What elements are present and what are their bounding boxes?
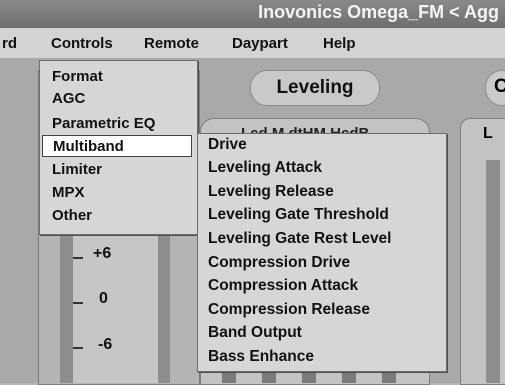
controls-menu: Format AGC Parametric EQ Multiband Limit… [39, 60, 198, 235]
submenu-option-compression-drive[interactable]: Compression Drive [208, 252, 350, 274]
scale-tick [73, 347, 83, 349]
menu-item-daypart[interactable]: Daypart [232, 35, 288, 52]
menu-item-controls[interactable]: Controls [51, 35, 113, 52]
submenu-option-leveling-gate-rest-level[interactable]: Leveling Gate Rest Level [208, 228, 392, 250]
submenu-option-compression-attack[interactable]: Compression Attack [208, 275, 358, 297]
submenu-option-compression-release[interactable]: Compression Release [208, 299, 370, 321]
menu-item-remote[interactable]: Remote [144, 35, 199, 52]
submenu-option-drive[interactable]: Drive [208, 134, 247, 156]
right-panel-label: L [483, 125, 493, 142]
scale-area [73, 215, 158, 383]
menu-option-agc[interactable]: AGC [42, 88, 192, 110]
menu-option-mpx[interactable]: MPX [42, 182, 192, 204]
scale-label-minus6: -6 [98, 336, 113, 353]
title-bar: Inovonics Omega_FM < Agg [0, 0, 505, 28]
multiband-submenu: Drive Leveling Attack Leveling Release L… [197, 133, 447, 372]
submenu-option-leveling-gate-threshold[interactable]: Leveling Gate Threshold [208, 204, 389, 226]
submenu-option-band-output[interactable]: Band Output [208, 322, 302, 344]
scale-tick [73, 302, 83, 304]
window-title: Inovonics Omega_FM < Agg [258, 2, 499, 22]
menu-option-limiter[interactable]: Limiter [42, 159, 192, 181]
submenu-option-leveling-release[interactable]: Leveling Release [208, 181, 334, 203]
scale-label-zero: 0 [99, 290, 108, 307]
menu-option-other[interactable]: Other [42, 205, 192, 227]
menu-option-format[interactable]: Format [42, 66, 192, 88]
leveling-title: Leveling [250, 70, 380, 106]
leveling-title-text: Leveling [276, 77, 354, 98]
menu-bar: rd Controls Remote Daypart Help [0, 28, 505, 59]
menu-item-board[interactable]: rd [2, 35, 17, 52]
menu-item-help[interactable]: Help [323, 35, 356, 52]
scale-label-plus6: +6 [93, 245, 112, 262]
submenu-option-leveling-attack[interactable]: Leveling Attack [208, 157, 322, 179]
next-section-letter: C [494, 76, 505, 97]
menu-option-parametric-eq[interactable]: Parametric EQ [42, 113, 192, 135]
menu-option-multiband[interactable]: Multiband [42, 135, 192, 157]
submenu-option-bass-enhance[interactable]: Bass Enhance [208, 346, 314, 368]
scale-tick [73, 257, 83, 259]
right-meter [486, 160, 500, 383]
